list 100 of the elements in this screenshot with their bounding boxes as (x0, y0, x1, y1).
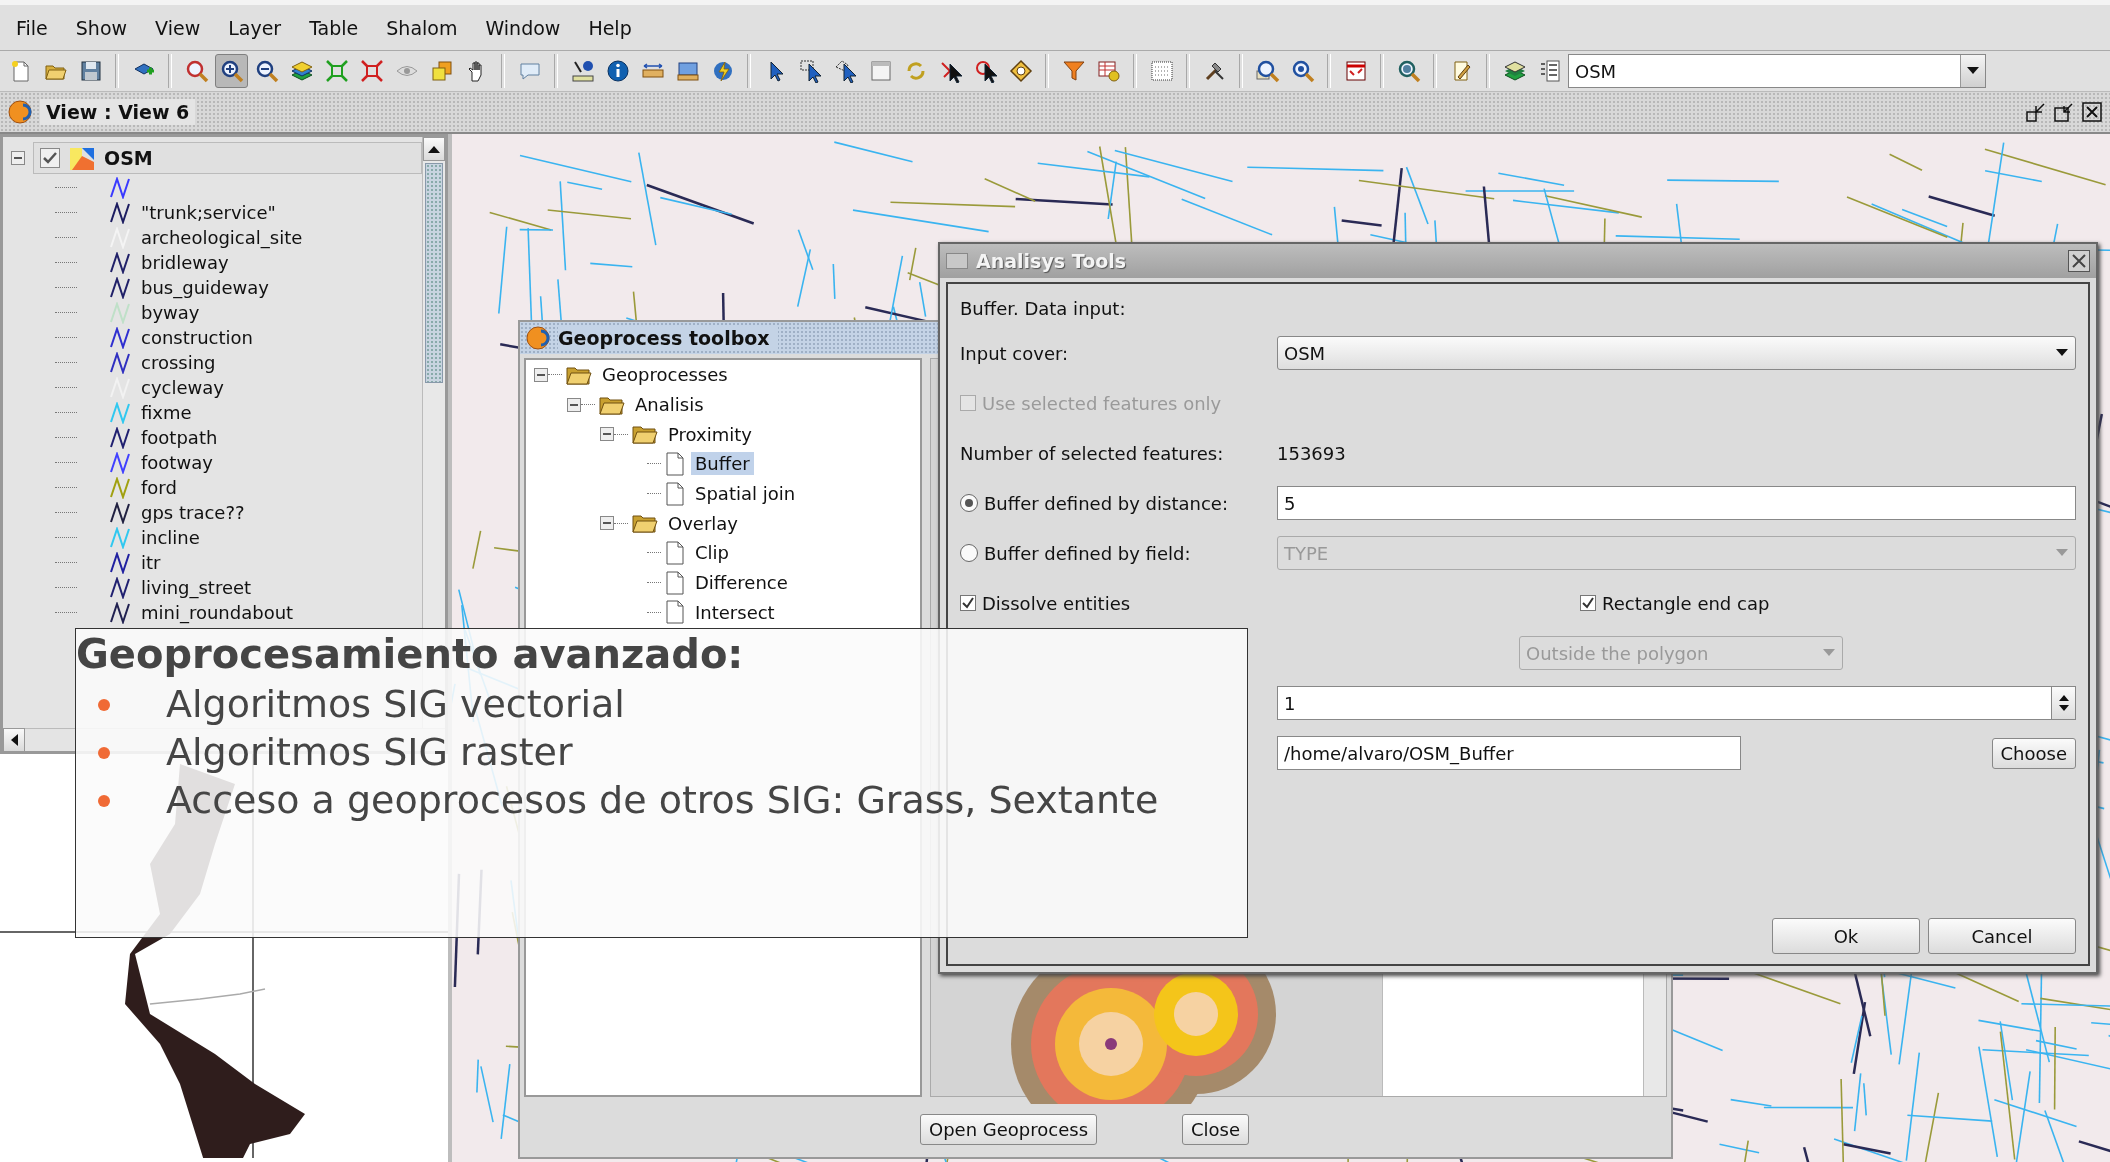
layer-label[interactable]: "trunk;service" (141, 202, 276, 223)
checkbox[interactable] (960, 595, 976, 611)
globe-magnifier-icon (1396, 59, 1421, 83)
menu-item[interactable]: Shalom (374, 12, 470, 43)
tree-item[interactable]: Difference (691, 571, 792, 595)
slide-title: Geoprocesamiento avanzado: (76, 630, 745, 679)
select-rectangle-icon (798, 59, 823, 83)
document-icon (665, 481, 685, 506)
layer-checkbox[interactable] (40, 148, 60, 168)
gvsig-logo-icon (8, 100, 32, 124)
count-value: 153693 (1277, 442, 1346, 464)
close-icon (2068, 250, 2090, 272)
text-field[interactable]: 5 (1277, 486, 2076, 520)
tree-item[interactable]: Overlay (664, 511, 742, 535)
window-title: Analisys Tools (976, 250, 1128, 272)
scroll-thumb[interactable] (425, 163, 443, 383)
menu-item[interactable]: Table (297, 12, 371, 43)
minimize-icon (2026, 102, 2046, 122)
select-line-icon (938, 59, 963, 83)
field-label: Rectangle end cap (1602, 592, 1770, 614)
zoom-out-icon (254, 59, 279, 83)
filter-icon (1061, 59, 1086, 83)
window-icon (946, 253, 968, 269)
section-heading: Buffer. Data input: (960, 296, 1127, 321)
dropdown[interactable]: OSM (1277, 336, 2076, 370)
layer-label[interactable]: footpath (141, 427, 218, 448)
dialog-button[interactable]: Close (1182, 1113, 1250, 1145)
dialog-button[interactable]: Open Geoprocess (920, 1113, 1097, 1145)
layer-label[interactable]: living_street (141, 577, 252, 598)
text-field[interactable]: /home/alvaro/OSM_Buffer (1277, 736, 1741, 770)
caret-icon (1967, 67, 1979, 75)
layer-label[interactable]: cycleway (141, 377, 224, 398)
bullet-text: Acceso a geoprocesos de otros SIG: Grass, Sextante (166, 777, 1160, 823)
document-icon (665, 600, 685, 625)
layer-label[interactable]: bridleway (141, 252, 229, 273)
layer-label[interactable]: ford (141, 477, 177, 498)
magnifier-icon (1290, 59, 1315, 83)
collapse-toggle[interactable] (600, 427, 614, 442)
tree-item[interactable]: Spatial join (691, 482, 800, 506)
menu-item[interactable]: Layer (216, 12, 294, 43)
collapse-toggle[interactable] (11, 151, 25, 165)
layer-label[interactable]: gps trace?? (141, 502, 245, 523)
radio-button[interactable] (960, 494, 978, 512)
dotted-grid-icon (1149, 59, 1174, 83)
map-magnifier-icon (1255, 59, 1280, 83)
layer-dropdown[interactable]: OSM (1568, 54, 1986, 88)
save-icon (78, 59, 103, 83)
spinner-arrows[interactable] (2052, 686, 2076, 720)
scroll-left-button[interactable] (3, 728, 25, 752)
maximize-icon (2054, 102, 2074, 122)
tree-item[interactable]: Intersect (691, 600, 779, 624)
layer-label[interactable]: itr (141, 552, 161, 573)
bullet-dot (98, 795, 110, 807)
layer-label[interactable]: mini_roundabout (141, 602, 294, 623)
tree-item[interactable]: Clip (691, 541, 733, 565)
menu-item[interactable]: View (143, 12, 213, 43)
check-icon (1582, 597, 1594, 609)
tree-item[interactable]: Proximity (664, 422, 756, 446)
bullet-text: Algoritmos SIG raster (166, 729, 574, 775)
layer-label[interactable]: crossing (141, 352, 216, 373)
menu-item[interactable]: File (4, 12, 60, 43)
zoom-extent-icon (359, 59, 384, 83)
field-label: Dissolve entities (982, 592, 1131, 614)
bullet-dot (98, 699, 110, 711)
collapse-toggle[interactable] (534, 367, 548, 382)
squares-icon (429, 59, 454, 83)
checkbox[interactable] (1580, 595, 1596, 611)
dialog-button[interactable]: Cancel (1928, 918, 2076, 954)
menu-item[interactable]: Show (63, 12, 140, 43)
check-icon (962, 597, 974, 609)
layer-label[interactable]: incline (141, 527, 200, 548)
dialog-button[interactable]: Ok (1772, 918, 1920, 954)
layer-row[interactable]: OSM (33, 142, 422, 174)
layer-label[interactable]: bus_guideway (141, 277, 269, 298)
menu-item[interactable]: Window (473, 12, 573, 43)
layer-label[interactable]: construction (141, 327, 253, 348)
diamond-icon (1008, 59, 1033, 83)
radio-button[interactable] (960, 544, 978, 562)
zoom-in-button[interactable] (215, 54, 248, 88)
layer-label[interactable]: fixme (141, 402, 192, 423)
table-gear-icon (1096, 59, 1121, 83)
tree-item[interactable]: Analisis (631, 393, 708, 417)
layer-label[interactable]: footway (141, 452, 213, 473)
tree-item[interactable]: Geoprocesses (598, 363, 732, 387)
zoom-icon (184, 59, 209, 83)
document-icon (665, 540, 685, 565)
layer-label[interactable]: byway (141, 302, 200, 323)
layer-stack-icon (1502, 59, 1527, 83)
choose-button[interactable]: Choose (1991, 737, 2076, 769)
scroll-up-button[interactable] (423, 137, 445, 161)
window-title: Geoprocess toolbox (558, 327, 778, 349)
menu-item[interactable]: Help (576, 12, 644, 43)
number-field[interactable]: 1 (1277, 686, 2052, 720)
layer-label[interactable]: archeological_site (141, 227, 303, 248)
collapse-toggle[interactable] (600, 516, 614, 531)
map-icon (1343, 59, 1368, 83)
close-icon (2082, 102, 2102, 122)
zoom-in-icon (219, 59, 244, 83)
tree-item[interactable]: Buffer (691, 452, 754, 476)
collapse-toggle[interactable] (567, 397, 581, 412)
